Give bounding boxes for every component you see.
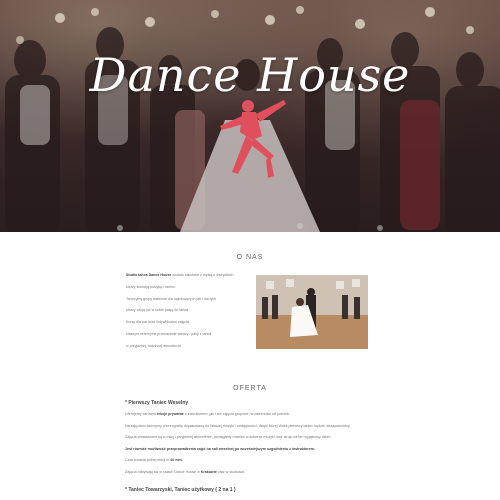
about-heading: O NAS xyxy=(236,254,264,261)
offer-paragraph: Oferujemy zarówno lekcje prywatne z inst… xyxy=(125,412,291,416)
wedding-dance-photo xyxy=(256,275,368,349)
offer-item-title: * Taniec Towarzyski, Taniec użytkowy ( 2… xyxy=(125,487,236,493)
about-paragraph: Kursy dla par oraz indywidualne zajęcia. xyxy=(126,320,191,325)
offer-paragraph: Zajęcia odbywają się w salach Dance Hous… xyxy=(125,469,246,474)
about-paragraph: w przyjaznej, rodzinnej atmosferze. xyxy=(126,343,183,348)
offer-paragraph: Zajęcia prowadzone są w miłej i przyjazn… xyxy=(125,435,332,439)
offer-paragraph: Na zajęciach tworzymy choreografię dopas… xyxy=(125,423,351,428)
offer-section: * Pierwszy Taniec Weselny Oferujemy zaró… xyxy=(125,400,375,493)
about-text: Studio tańca Dance House zostało założon… xyxy=(126,270,246,353)
about-photo xyxy=(256,275,368,349)
about-paragraph: którzy kochają muzykę i taniec. xyxy=(126,284,176,289)
offer-paragraph: Jest również możliwość przeprowadzenia z… xyxy=(125,446,315,451)
about-paragraph: Studio tańca Dance House zostało założon… xyxy=(126,273,234,277)
about-paragraph: Tworzymy grupy wiekowe dla najmłodszych … xyxy=(126,296,217,301)
about-paragraph: Naszym celem jest przekazanie wiedzy i p… xyxy=(126,331,212,336)
offer-item-title: * Pierwszy Taniec Weselny xyxy=(125,400,189,406)
offer-heading: OFERTA xyxy=(233,385,267,392)
dancer-logo-icon xyxy=(220,100,286,178)
hero-banner: Dance House xyxy=(0,0,500,232)
about-paragraph: którzy czują już w sobie pasję do tańca. xyxy=(126,308,190,313)
offer-paragraph: Czas trwania jednej lekcji to 60 min. xyxy=(125,458,183,462)
